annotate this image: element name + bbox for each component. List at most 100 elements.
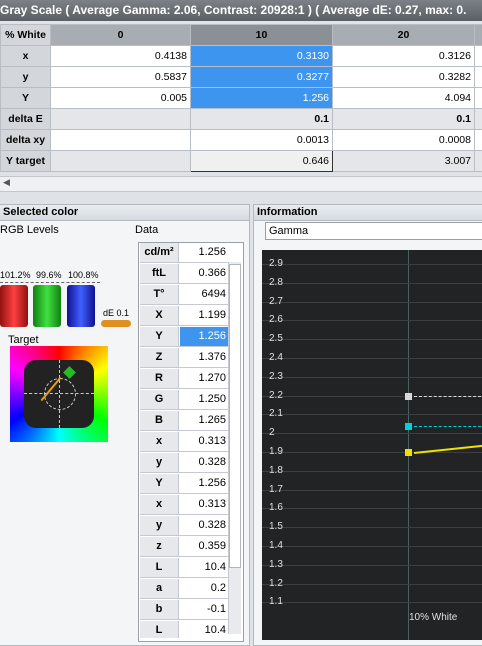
scroll-left-arrow-icon[interactable]: ◀ [3, 177, 10, 188]
data-row-label: Z [140, 348, 179, 367]
grid-cell[interactable] [50, 108, 191, 130]
data-rows: cd/m² 1.256 ftL 0.366 T° 6494 X 1.199 Y 1.256 Z 1.3… [140, 243, 230, 638]
data-row-label: cd/m² [140, 243, 179, 262]
data-row[interactable]: cd/m² 1.256 [140, 243, 228, 263]
chart-y-gridline [262, 414, 482, 416]
grid-cell[interactable]: 0.1 [190, 108, 333, 130]
grid-cell[interactable]: 0.3130 [190, 45, 333, 67]
data-row-label: B [140, 411, 179, 430]
data-row-label: b [140, 600, 179, 619]
chart-y-gridline [262, 301, 482, 303]
data-row-label: Y [140, 327, 179, 346]
chart-y-tick: 2 [269, 427, 275, 439]
grid-cell[interactable]: 0.1 [332, 108, 475, 130]
chart-y-tick: 2.7 [269, 295, 283, 307]
grid-cell[interactable]: 0.5837 [50, 66, 191, 88]
data-row[interactable]: ftL 0.366 [140, 264, 228, 284]
chart-type-select[interactable]: Gamma [265, 222, 482, 240]
data-row-value: 1.265 [180, 411, 228, 430]
data-row[interactable]: L 10.4 [140, 621, 228, 638]
red-level-label: 101.2% [0, 270, 31, 280]
data-row[interactable]: G 1.250 [140, 390, 228, 410]
data-row[interactable]: Y 1.256 [140, 474, 228, 494]
data-row[interactable]: Y 1.256 [140, 327, 228, 347]
horizontal-scrollbar[interactable]: ◀ [0, 176, 482, 192]
grid-cell[interactable]: 0.3277 [190, 66, 333, 88]
chart-y-gridline [262, 583, 482, 585]
grid-cell[interactable]: 0.0008 [332, 129, 475, 151]
target-label: Target [8, 334, 39, 346]
data-row[interactable]: a 0.2 [140, 579, 228, 599]
data-row-label: y [140, 453, 179, 472]
chart-y-tick: 2.9 [269, 258, 283, 269]
chart-y-tick: 1.9 [269, 446, 283, 457]
gamma-marker [405, 422, 412, 430]
grid-cell[interactable]: 0.4138 [50, 45, 191, 67]
data-row-value: 0.359 [180, 537, 228, 556]
grid-cell[interactable] [50, 150, 191, 172]
data-row-label: G [140, 390, 179, 409]
grid-cell[interactable]: 0.0013 [190, 129, 333, 151]
grid-cell[interactable]: 0.3282 [332, 66, 475, 88]
chart-y-gridline [262, 489, 482, 491]
grid-cell[interactable]: 4.094 [332, 87, 475, 109]
chart-y-gridline [262, 376, 482, 378]
grid-cell[interactable]: 0.646 [190, 150, 333, 172]
blue-level-label: 100.8% [68, 270, 99, 280]
chart-x-gridline [408, 250, 409, 640]
chart-y-gridline [262, 282, 482, 284]
grid-col-10[interactable]: 10 [190, 24, 333, 46]
data-row-value: 0.328 [180, 516, 228, 535]
data-row-value: 1.256 [180, 327, 228, 346]
grid-row-label: delta E [0, 108, 51, 130]
data-row-value: 1.199 [180, 306, 228, 325]
data-row[interactable]: X 1.199 [140, 306, 228, 326]
grid-cell[interactable]: 0.005 [50, 87, 191, 109]
de-label: dE 0.1 [103, 308, 130, 318]
data-label: Data [135, 224, 159, 236]
chart-y-tick: 1.2 [269, 577, 283, 589]
data-row[interactable]: R 1.270 [140, 369, 228, 389]
data-row-value: 10.4 [180, 621, 228, 638]
data-row[interactable]: Z 1.376 [140, 348, 228, 368]
data-row-label: y [140, 516, 179, 535]
chart-y-tick: 1.4 [269, 540, 283, 551]
data-row-value: 0.366 [180, 264, 228, 283]
data-row[interactable]: z 0.359 [140, 537, 228, 557]
green-level-bar [33, 285, 61, 327]
chart-y-tick: 2.5 [269, 333, 283, 345]
gamma-series-line [414, 425, 482, 427]
de-bar [101, 320, 131, 327]
data-row-value: 0.2 [180, 579, 228, 598]
grid-col-0[interactable]: 0 [50, 24, 191, 46]
data-row[interactable]: y 0.328 [140, 453, 228, 473]
grid-col-20[interactable]: 20 [332, 24, 475, 46]
chart-y-gridline [262, 433, 482, 435]
data-row[interactable]: y 0.328 [140, 516, 228, 536]
data-row[interactable]: L 10.4 [140, 558, 228, 578]
chart-y-gridline [262, 264, 482, 265]
data-row[interactable]: x 0.313 [140, 432, 228, 452]
chart-y-tick: 2.3 [269, 370, 283, 382]
data-row[interactable]: x 0.313 [140, 495, 228, 515]
chart-y-gridline [262, 452, 482, 453]
data-row[interactable]: B 1.265 [140, 411, 228, 431]
data-row-label: a [140, 579, 179, 598]
chart-y-gridline [262, 320, 482, 322]
data-row-label: x [140, 432, 179, 451]
data-row[interactable]: T° 6494 [140, 285, 228, 305]
data-row-value: 1.256 [180, 474, 228, 493]
chart-y-gridline [262, 564, 482, 566]
data-scroll-thumb[interactable] [229, 264, 241, 568]
grid-cell[interactable] [50, 129, 191, 151]
data-row-value: 1.376 [180, 348, 228, 367]
data-row-value: 1.256 [180, 243, 228, 262]
chart-y-tick: 2.1 [269, 408, 283, 420]
blue-level-bar [67, 285, 95, 327]
data-row-label: x [140, 495, 179, 514]
chart-y-tick: 2.8 [269, 276, 283, 288]
grid-cell[interactable]: 3.007 [332, 150, 475, 172]
grid-cell[interactable]: 0.3126 [332, 45, 475, 67]
data-row[interactable]: b -0.1 [140, 600, 228, 620]
grid-cell[interactable]: 1.256 [190, 87, 333, 109]
